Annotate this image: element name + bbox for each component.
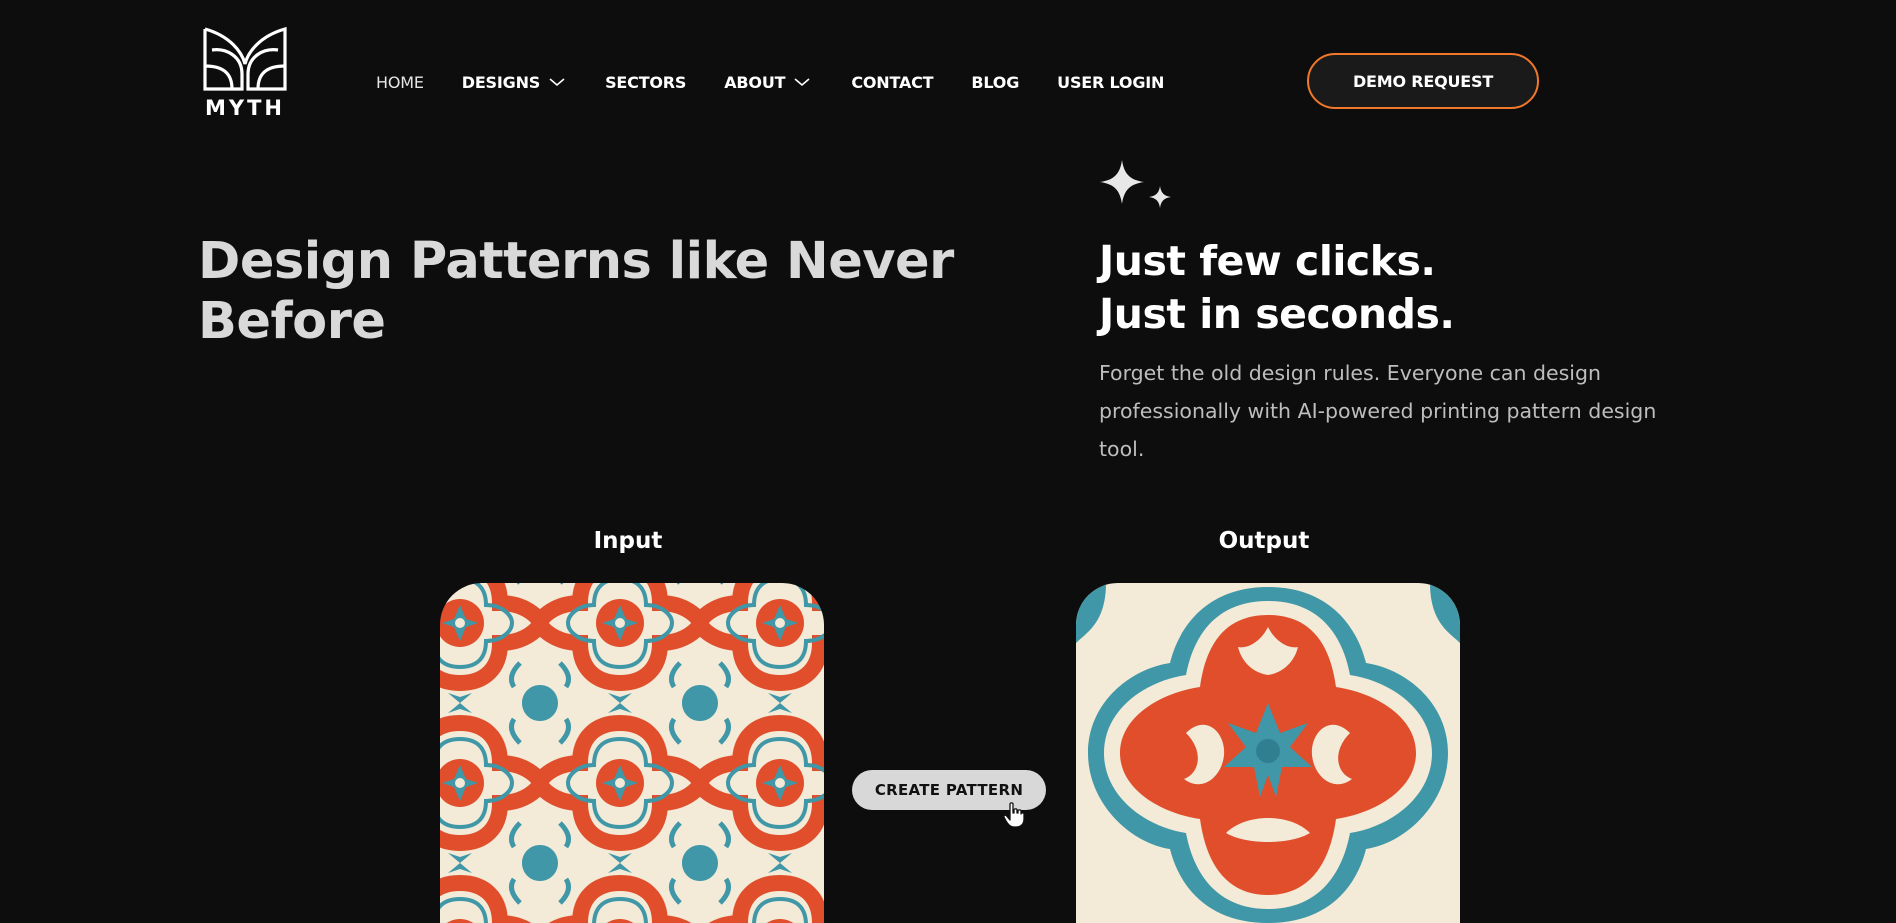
nav-item-label: BLOG xyxy=(971,72,1020,92)
chevron-down-icon xyxy=(549,78,565,87)
tagline-line-1: Just few clicks. xyxy=(1099,237,1436,285)
nav-item-label: DESIGNS xyxy=(461,72,541,92)
hero-description: Forget the old design rules. Everyone ca… xyxy=(1099,361,1657,461)
nav-item-designs[interactable]: DESIGNS xyxy=(462,73,565,92)
output-pattern-image xyxy=(1076,583,1460,923)
nav-item-label: ABOUT xyxy=(724,72,786,92)
nav-item-home[interactable]: HOME xyxy=(376,73,424,92)
myth-logo[interactable]: MYTH xyxy=(200,26,290,120)
sparkle-icon xyxy=(1100,160,1171,208)
nav-item-contact[interactable]: CONTACT xyxy=(851,73,933,92)
output-label: Output xyxy=(1218,528,1310,554)
main-nav: HOME DESIGNS SECTORS ABOUT CONTACT BLOG … xyxy=(376,71,1164,93)
demo-request-button[interactable]: DEMO REQUEST xyxy=(1307,53,1539,109)
nav-item-user-login[interactable]: USER LOGIN xyxy=(1057,73,1164,92)
nav-item-blog[interactable]: BLOG xyxy=(971,73,1019,92)
chevron-down-icon xyxy=(794,78,810,87)
hero-title: Design Patterns like Never Before xyxy=(198,232,954,351)
nav-item-label: CONTACT xyxy=(851,72,934,92)
hand-pointer-icon xyxy=(1003,802,1025,828)
myth-monogram-icon xyxy=(203,26,287,91)
hero-tagline: Just few clicks. Just in seconds. xyxy=(1099,235,1455,341)
nav-item-label: SECTORS xyxy=(605,72,687,92)
nav-item-about[interactable]: ABOUT xyxy=(724,73,810,92)
nav-item-label: USER LOGIN xyxy=(1057,72,1165,92)
input-pattern-image xyxy=(440,583,824,923)
brand-name: MYTH xyxy=(204,96,285,120)
tagline-line-2: Just in seconds. xyxy=(1099,290,1455,338)
input-label: Input xyxy=(593,528,663,554)
nav-item-sectors[interactable]: SECTORS xyxy=(605,73,686,92)
nav-item-label: HOME xyxy=(376,72,424,92)
